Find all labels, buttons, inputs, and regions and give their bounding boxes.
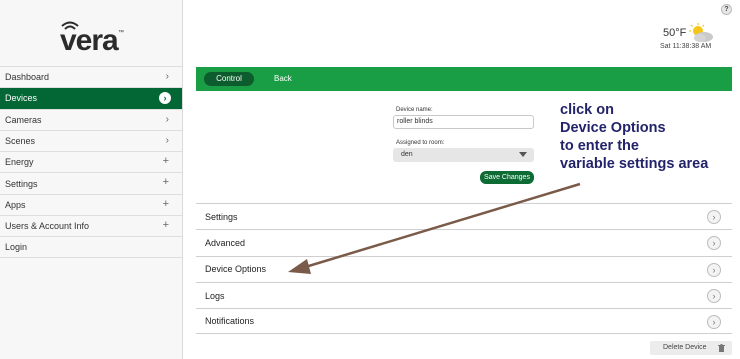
- sidebar-item-label: Dashboard: [5, 72, 50, 83]
- plus-icon: +: [162, 155, 169, 168]
- section-settings[interactable]: Settings ›: [196, 203, 732, 230]
- sidebar-item-label: Users & Account Info: [5, 221, 90, 232]
- sidebar-item-label: Settings: [5, 178, 38, 189]
- section-label: Settings: [205, 211, 238, 222]
- back-button[interactable]: Back: [274, 72, 294, 86]
- partly-cloudy-icon: [689, 23, 713, 42]
- sidebar-item-label: Devices: [5, 93, 38, 104]
- annotation-line: click on: [560, 102, 614, 118]
- device-sections: Settings › Advanced › Device Options › L…: [196, 203, 732, 335]
- annotation-line: to enter the: [560, 138, 639, 154]
- device-toolbar: Control Back: [196, 67, 732, 91]
- room-select-value: den: [401, 151, 413, 158]
- vera-logo[interactable]: vera ™: [56, 18, 126, 57]
- section-notifications[interactable]: Notifications ›: [196, 308, 732, 335]
- sidebar-item-cameras[interactable]: Cameras ›: [0, 108, 182, 130]
- weather-datetime: Sat 11:38:38 AM: [660, 43, 712, 50]
- annotation-line: Device Options: [560, 120, 666, 136]
- chevron-right-icon: ›: [165, 134, 169, 146]
- section-advanced[interactable]: Advanced ›: [196, 229, 732, 256]
- dropdown-arrow-icon: [519, 152, 527, 157]
- sidebar-item-scenes[interactable]: Scenes ›: [0, 129, 182, 152]
- room-select[interactable]: den: [393, 148, 534, 162]
- chevron-right-icon[interactable]: ›: [707, 210, 721, 224]
- sidebar-item-apps[interactable]: Apps +: [0, 193, 182, 216]
- chevron-right-icon[interactable]: ›: [707, 288, 721, 303]
- delete-device-button[interactable]: Delete Device: [650, 341, 732, 355]
- sidebar-item-label: Login: [5, 242, 28, 253]
- sidebar-item-login[interactable]: Login: [0, 236, 182, 258]
- chevron-right-icon: ›: [159, 92, 171, 105]
- save-changes-button[interactable]: Save Changes: [480, 171, 534, 184]
- delete-device-label: Delete Device: [663, 344, 707, 351]
- sidebar-item-devices[interactable]: Devices ›: [0, 87, 182, 109]
- chevron-right-icon: ›: [165, 71, 169, 82]
- logo-trademark: ™: [118, 30, 124, 36]
- plus-icon: +: [162, 219, 169, 232]
- section-device-options[interactable]: Device Options ›: [196, 255, 732, 282]
- chevron-right-icon[interactable]: ›: [707, 236, 721, 251]
- logo-text: vera: [60, 24, 119, 57]
- weather-temperature: 50°F: [663, 27, 687, 39]
- annotation-text: click on Device Options to enter the var…: [560, 101, 708, 173]
- room-label: Assigned to room:: [396, 140, 445, 146]
- annotation-line: variable settings area: [560, 156, 709, 172]
- sidebar-item-label: Apps: [5, 199, 26, 210]
- section-label: Notifications: [205, 316, 255, 327]
- sidebar-item-dashboard[interactable]: Dashboard ›: [0, 66, 182, 88]
- trash-icon: [718, 344, 725, 352]
- chevron-right-icon: ›: [165, 113, 169, 125]
- sidebar-nav: Dashboard › Devices › Cameras › Scenes ›…: [0, 66, 182, 258]
- sidebar-item-energy[interactable]: Energy +: [0, 151, 182, 173]
- section-label: Device Options: [205, 264, 267, 275]
- chevron-right-icon[interactable]: ›: [707, 262, 721, 277]
- plus-icon: +: [162, 197, 169, 210]
- sidebar-item-label: Cameras: [5, 114, 42, 125]
- sidebar-item-settings[interactable]: Settings +: [0, 172, 182, 194]
- section-logs[interactable]: Logs ›: [196, 281, 732, 309]
- section-label: Advanced: [205, 237, 246, 248]
- sidebar: vera ™ Dashboard › Devices › Cameras › S…: [0, 0, 183, 359]
- plus-icon: +: [162, 176, 169, 189]
- sidebar-item-label: Scenes: [5, 136, 36, 147]
- section-label: Logs: [205, 290, 225, 301]
- chevron-right-icon[interactable]: ›: [707, 315, 721, 330]
- help-button[interactable]: ?: [721, 4, 732, 15]
- sidebar-item-label: Energy: [5, 157, 34, 168]
- device-name-label: Device name:: [396, 107, 433, 113]
- sidebar-item-users-account[interactable]: Users & Account Info +: [0, 215, 182, 237]
- control-tab-button[interactable]: Control: [204, 72, 254, 86]
- device-name-input[interactable]: roller blinds: [393, 115, 534, 129]
